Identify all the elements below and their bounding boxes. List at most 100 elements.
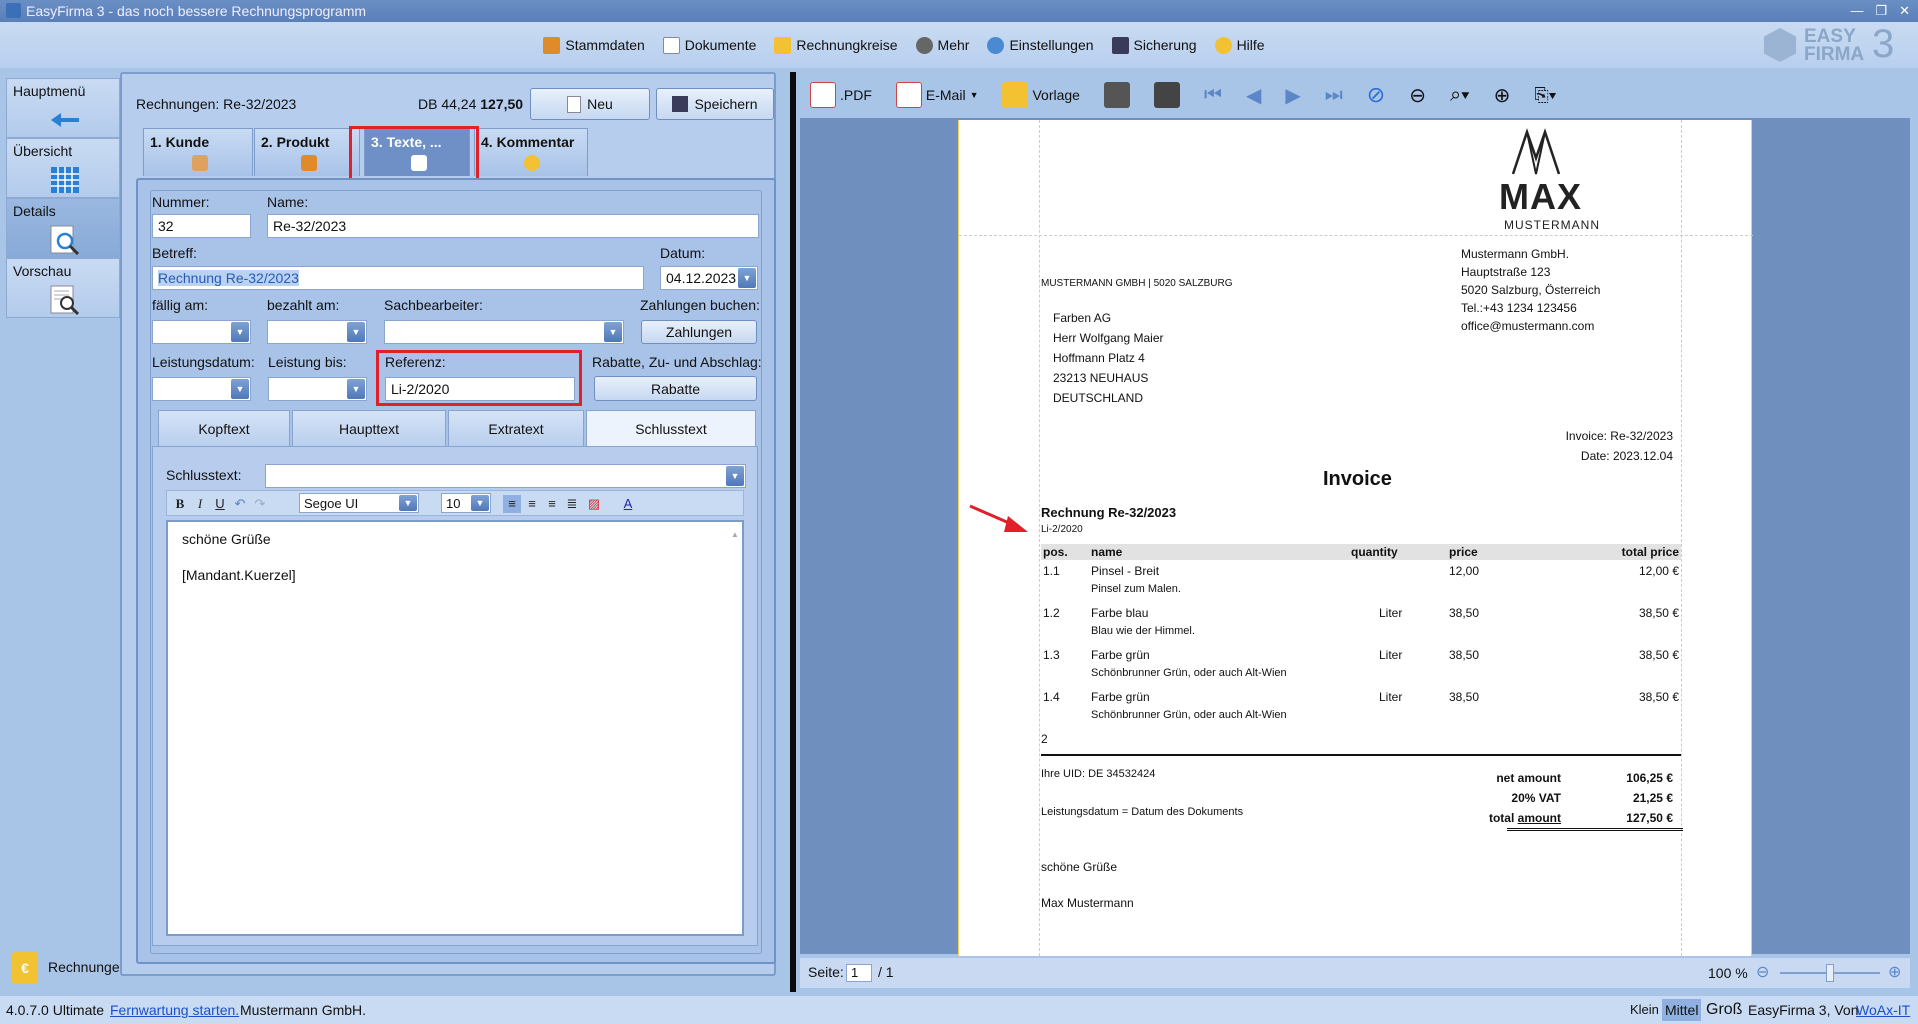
restore-icon[interactable]: ❐ xyxy=(1875,0,1887,22)
red-arrow-icon xyxy=(969,504,1028,532)
nav-rechnungen[interactable]: € Rechnunge xyxy=(6,948,120,988)
align-center-icon[interactable]: ≡ xyxy=(523,495,541,513)
max-logo-icon xyxy=(1511,128,1561,175)
zoom-in-icon[interactable]: ⊕ xyxy=(1888,962,1901,982)
print-icon[interactable] xyxy=(1153,82,1180,108)
prev-page-icon[interactable]: ◀ xyxy=(1246,83,1261,108)
page-label: Seite: xyxy=(808,964,844,980)
leistungsdatum-picker[interactable]: ▼ xyxy=(152,377,251,401)
menu-stammdaten[interactable]: Stammdaten xyxy=(543,36,645,54)
menu-dokumente[interactable]: Dokumente xyxy=(662,36,756,54)
datum-picker[interactable]: 04.12.2023 ▼ xyxy=(660,266,758,290)
export-icon[interactable]: ⎘▾ xyxy=(1534,85,1556,106)
font-color-icon[interactable]: A xyxy=(619,495,637,513)
name-field[interactable]: Re-32/2023 xyxy=(267,214,759,238)
bold-button[interactable]: B xyxy=(171,495,189,513)
preview-icon xyxy=(50,285,80,315)
faellig-picker[interactable]: ▼ xyxy=(152,320,251,344)
subtab-schlusstext[interactable]: Schlusstext xyxy=(586,410,756,446)
schlusstext-select[interactable]: ▼ xyxy=(265,464,746,488)
align-right-icon[interactable]: ≡ xyxy=(543,495,561,513)
help-icon xyxy=(1214,36,1232,54)
vorlage-button[interactable]: Vorlage xyxy=(1002,82,1080,108)
italic-button[interactable]: I xyxy=(191,495,209,513)
closing-text: schöne Grüße xyxy=(1041,860,1118,874)
page-total: / 1 xyxy=(878,964,894,980)
page-input[interactable]: 1 xyxy=(846,964,872,982)
sender-line: MUSTERMANN GMBH | 5020 SALZBURG xyxy=(1041,278,1233,289)
highlight-color-icon[interactable]: ▨ xyxy=(585,495,603,513)
tab-kommentar[interactable]: 4. Kommentar xyxy=(474,128,588,176)
highlight-tab-box xyxy=(349,126,479,186)
minimize-icon[interactable]: — xyxy=(1850,0,1863,22)
zoom-out-icon[interactable]: ⊖ xyxy=(1409,83,1426,108)
row-desc: Blau wie der Himmel. xyxy=(1091,625,1195,637)
compass-icon[interactable]: ⊘ xyxy=(1367,82,1385,108)
woax-link[interactable]: WoAx-IT xyxy=(1856,996,1910,1024)
floppy-icon xyxy=(1111,36,1129,54)
menu-sicherung[interactable]: Sicherung xyxy=(1111,36,1197,54)
rabatte-label: Rabatte, Zu- und Abschlag: xyxy=(592,354,762,370)
underline-button[interactable]: U xyxy=(211,495,229,513)
menu-einstellungen[interactable]: Einstellungen xyxy=(987,36,1094,54)
chevron-down-icon: ▼ xyxy=(604,322,622,342)
fernwartung-link[interactable]: Fernwartung starten. xyxy=(110,996,239,1024)
leistung-bis-picker[interactable]: ▼ xyxy=(268,377,367,401)
editor-scrollbar[interactable]: ▲ xyxy=(730,526,740,926)
email-button[interactable]: E-Mail ▼ xyxy=(895,82,978,108)
tab-kunde[interactable]: 1. Kunde xyxy=(143,128,253,176)
save-button[interactable]: Speichern xyxy=(656,88,774,120)
betreff-field[interactable]: Rechnung Re-32/2023 xyxy=(152,266,644,290)
font-select[interactable]: Segoe UI ▼ xyxy=(299,493,419,513)
first-page-icon[interactable]: ⏮ xyxy=(1204,84,1222,107)
nummer-field[interactable]: 32 xyxy=(152,214,251,238)
item-count: 2 xyxy=(1041,732,1048,746)
sachbearbeiter-select[interactable]: ▼ xyxy=(384,320,624,344)
size-klein[interactable]: Klein xyxy=(1630,996,1659,1024)
close-icon[interactable]: ✕ xyxy=(1899,0,1910,22)
invoice-icon xyxy=(774,36,792,54)
invoice-page: MAX MUSTERMANN MUSTERMANN GMBH | 5020 SA… xyxy=(958,120,1753,956)
zoom-out-icon[interactable]: ⊖ xyxy=(1756,962,1769,982)
row-total: 12,00 € xyxy=(1638,564,1679,578)
nav-uebersicht[interactable]: Übersicht xyxy=(6,138,120,198)
undo-icon[interactable]: ↶ xyxy=(231,495,249,513)
bezahlt-picker[interactable]: ▼ xyxy=(267,320,367,344)
zoom-icon[interactable]: ⌕▾ xyxy=(1450,84,1470,107)
pdf-button[interactable]: .PDF xyxy=(810,82,872,108)
datum-label: Datum: xyxy=(660,245,706,261)
pdf-icon xyxy=(810,82,836,108)
subtab-haupttext[interactable]: Haupttext xyxy=(292,410,446,446)
menu-hilfe[interactable]: Hilfe xyxy=(1214,36,1265,54)
size-gross[interactable]: Groß xyxy=(1706,996,1742,1024)
last-page-icon[interactable]: ⏭ xyxy=(1325,84,1343,107)
menu-rechnungkreise[interactable]: Rechnungkreise xyxy=(774,36,898,54)
leistung-bis-label: Leistung bis: xyxy=(268,354,347,370)
zahlungen-button[interactable]: Zahlungen xyxy=(641,320,757,344)
new-document-icon xyxy=(567,95,582,113)
justify-icon[interactable]: ≣ xyxy=(563,495,581,513)
menu-mehr[interactable]: Mehr xyxy=(915,36,969,54)
print-setup-icon[interactable] xyxy=(1103,82,1130,108)
schlusstext-editor[interactable]: schöne Grüße [Mandant.Kuerzel] ▲ xyxy=(166,520,744,936)
cart-icon xyxy=(300,155,317,171)
zoom-in-icon[interactable]: ⊕ xyxy=(1494,83,1511,108)
nav-details[interactable]: Details xyxy=(6,198,120,258)
align-left-icon[interactable]: ≡ xyxy=(503,495,521,513)
faellig-label: fällig am: xyxy=(152,297,209,313)
subtab-extratext[interactable]: Extratext xyxy=(448,410,584,446)
new-button[interactable]: Neu xyxy=(530,88,650,120)
size-mittel[interactable]: Mittel xyxy=(1662,999,1702,1021)
brand-mustermann: MUSTERMANN xyxy=(1504,218,1600,232)
size-select[interactable]: 10 ▼ xyxy=(441,493,491,513)
nav-vorschau[interactable]: Vorschau xyxy=(6,258,120,318)
tab-produkt[interactable]: 2. Produkt xyxy=(254,128,360,176)
rabatte-button[interactable]: Rabatte xyxy=(594,376,757,401)
redo-icon[interactable]: ↷ xyxy=(251,495,269,513)
magnifier-document-icon xyxy=(50,225,80,255)
gear-icon xyxy=(987,36,1005,54)
nav-hauptmenu[interactable]: Hauptmenü xyxy=(6,78,120,138)
next-page-icon[interactable]: ▶ xyxy=(1285,83,1300,108)
zoom-slider-thumb[interactable] xyxy=(1826,964,1834,982)
subtab-kopftext[interactable]: Kopftext xyxy=(158,410,290,446)
